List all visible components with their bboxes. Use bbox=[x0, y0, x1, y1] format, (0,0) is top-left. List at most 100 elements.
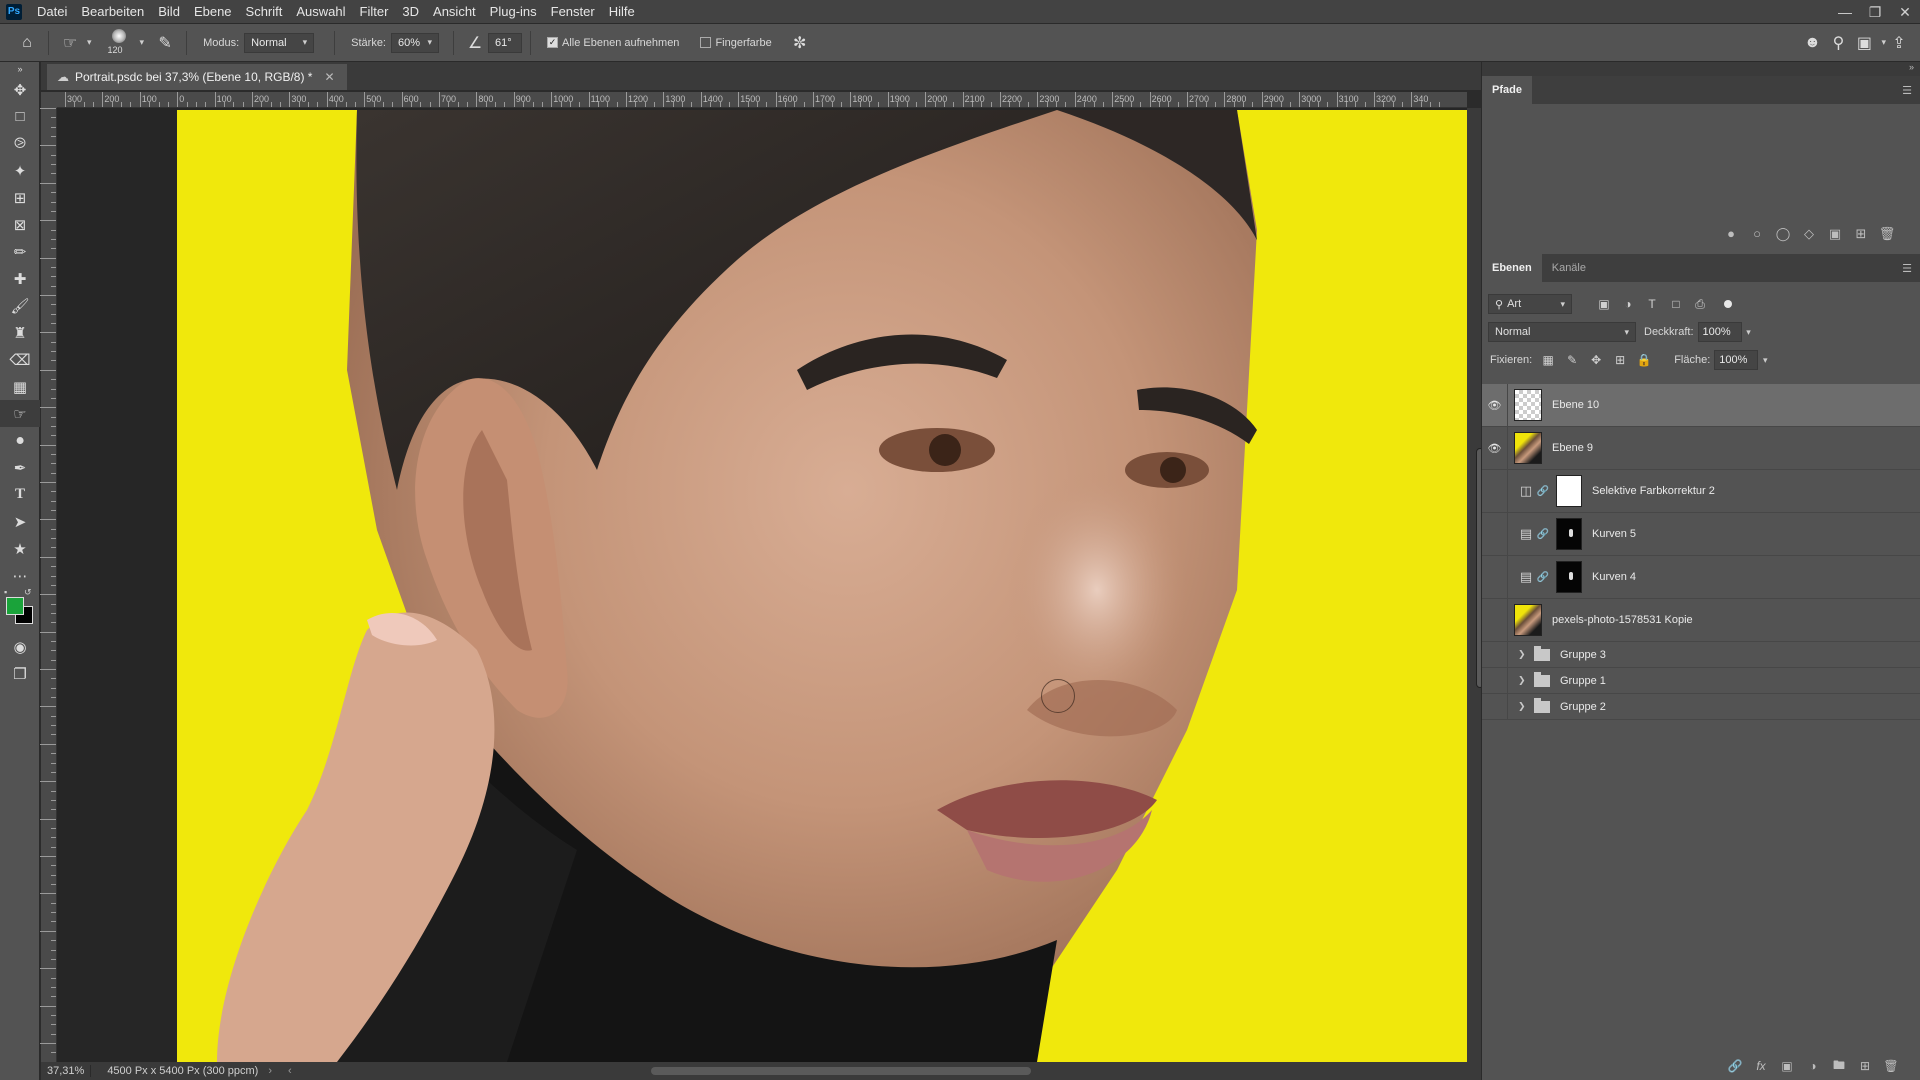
pressure-icon[interactable]: ✼ bbox=[787, 30, 813, 56]
vertical-scrollbar[interactable] bbox=[1467, 108, 1484, 1062]
collapse-arrows-icon[interactable]: » bbox=[0, 62, 40, 76]
export-icon[interactable]: ⇪ bbox=[1886, 30, 1912, 56]
eyedropper-tool-icon[interactable]: ✏ bbox=[0, 238, 40, 265]
visibility-eye-icon[interactable]: 👁 bbox=[1482, 427, 1508, 469]
lock-all-icon[interactable]: 🔒 bbox=[1632, 353, 1656, 367]
delete-layer-icon[interactable]: 🗑 bbox=[1878, 1059, 1904, 1073]
more-tools-icon[interactable]: ⋯ bbox=[0, 562, 40, 589]
menu-ansicht[interactable]: Ansicht bbox=[426, 0, 483, 24]
lock-position-icon[interactable]: ✥ bbox=[1584, 353, 1608, 367]
close-tab-icon[interactable]: ✕ bbox=[324, 70, 334, 84]
menu-3d[interactable]: 3D bbox=[395, 0, 426, 24]
layer-mask-thumbnail[interactable] bbox=[1556, 475, 1582, 507]
filter-shape-icon[interactable]: □ bbox=[1664, 297, 1688, 311]
brush-preset-picker[interactable]: 120 bbox=[102, 27, 136, 59]
horizontal-ruler[interactable]: 300 200 100 0 100 200 300 400 500 600 700 800 900 100… bbox=[57, 92, 1467, 108]
filter-pixel-icon[interactable]: ▣ bbox=[1592, 297, 1616, 311]
close-icon[interactable]: ✕ bbox=[1890, 0, 1920, 24]
menu-auswahl[interactable]: Auswahl bbox=[289, 0, 352, 24]
layer-row-selective-color[interactable]: ◫ 🔗 Selektive Farbkorrektur 2 bbox=[1482, 470, 1920, 513]
new-path-icon[interactable]: ⊞ bbox=[1848, 226, 1874, 242]
layer-row-gruppe-3[interactable]: ❯ Gruppe 3 bbox=[1482, 642, 1920, 668]
add-mask-icon[interactable]: ▣ bbox=[1774, 1059, 1800, 1073]
crop-tool-icon[interactable]: ⊞ bbox=[0, 184, 40, 211]
path-selection-tool-icon[interactable]: ➤ bbox=[0, 508, 40, 535]
menu-ebene[interactable]: Ebene bbox=[187, 0, 239, 24]
menu-schrift[interactable]: Schrift bbox=[239, 0, 290, 24]
chevron-down-icon[interactable]: ▾ bbox=[1742, 322, 1756, 342]
frame-tool-icon[interactable]: ⊠ bbox=[0, 211, 40, 238]
visibility-toggle[interactable] bbox=[1482, 599, 1508, 641]
layer-row-gruppe-2[interactable]: ❯ Gruppe 2 bbox=[1482, 694, 1920, 720]
workspace-icon[interactable]: ▣ bbox=[1851, 30, 1877, 56]
share-user-icon[interactable]: ☻ bbox=[1799, 30, 1825, 56]
tab-layers[interactable]: Ebenen bbox=[1482, 254, 1542, 282]
dodge-tool-icon[interactable]: ⚫ bbox=[0, 427, 40, 454]
foreground-color-swatch[interactable] bbox=[6, 597, 24, 615]
move-tool-icon[interactable]: ✥ bbox=[0, 76, 40, 103]
fill-path-icon[interactable]: ● bbox=[1718, 226, 1744, 242]
layer-row-pexels-copy[interactable]: pexels-photo-1578531 Kopie bbox=[1482, 599, 1920, 642]
portrait-artwork[interactable] bbox=[177, 110, 1467, 1062]
finger-paint-checkbox[interactable] bbox=[700, 37, 712, 48]
restore-icon[interactable]: ❐ bbox=[1860, 0, 1890, 24]
swap-colors-icon[interactable]: ↺ bbox=[24, 587, 32, 598]
vertical-ruler[interactable] bbox=[40, 108, 57, 1063]
smudge-tool-preset-icon[interactable]: ☞ bbox=[57, 30, 83, 56]
layer-row-kurven-4[interactable]: ▤ 🔗 Kurven 4 bbox=[1482, 556, 1920, 599]
chevron-down-icon[interactable]: ▾ bbox=[87, 37, 92, 48]
layer-row-kurven-5[interactable]: ▤ 🔗 Kurven 5 bbox=[1482, 513, 1920, 556]
mode-select[interactable]: Normal ▾ bbox=[244, 32, 315, 53]
ruler-origin[interactable] bbox=[41, 92, 57, 108]
custom-shape-tool-icon[interactable]: ★ bbox=[0, 535, 40, 562]
panel-menu-icon[interactable]: ☰ bbox=[1902, 262, 1912, 275]
menu-plugins[interactable]: Plug-ins bbox=[483, 0, 544, 24]
default-colors-icon[interactable]: ▪ bbox=[4, 587, 7, 597]
blend-mode-select[interactable]: Normal ▾ bbox=[1488, 322, 1636, 342]
layer-mask-thumbnail[interactable] bbox=[1556, 561, 1582, 593]
filter-adjustment-icon[interactable]: ◑ bbox=[1616, 297, 1640, 311]
quick-mask-icon[interactable]: ◉ bbox=[0, 633, 40, 660]
brush-tool-icon[interactable]: 🖌 bbox=[0, 292, 40, 319]
visibility-toggle[interactable] bbox=[1482, 513, 1508, 555]
visibility-toggle[interactable] bbox=[1482, 470, 1508, 512]
opacity-input[interactable]: 100% bbox=[1697, 322, 1742, 342]
menu-datei[interactable]: Datei bbox=[30, 0, 74, 24]
healing-brush-tool-icon[interactable]: ✚ bbox=[0, 265, 40, 292]
menu-fenster[interactable]: Fenster bbox=[544, 0, 602, 24]
visibility-eye-icon[interactable]: 👁 bbox=[1482, 384, 1508, 426]
filter-toggle-icon[interactable] bbox=[1724, 300, 1732, 308]
type-tool-icon[interactable]: T bbox=[0, 481, 40, 508]
visibility-toggle[interactable] bbox=[1482, 668, 1508, 693]
menu-bild[interactable]: Bild bbox=[151, 0, 187, 24]
fill-input[interactable]: 100% bbox=[1714, 350, 1759, 370]
sample-all-layers-checkbox[interactable]: ✓ bbox=[547, 37, 558, 48]
new-group-icon[interactable]: 🖿 bbox=[1826, 1056, 1852, 1077]
mask-link-icon[interactable]: 🔗 bbox=[1536, 572, 1550, 583]
smudge-tool-icon[interactable]: ☞ bbox=[0, 400, 40, 427]
delete-path-icon[interactable]: 🗑 bbox=[1874, 226, 1900, 242]
zoom-level[interactable]: 37,31% bbox=[41, 1065, 92, 1077]
lock-transparency-icon[interactable]: ▦ bbox=[1536, 353, 1560, 367]
chevron-right-icon[interactable]: ❯ bbox=[1518, 649, 1530, 660]
layer-style-icon[interactable]: fx bbox=[1748, 1059, 1774, 1073]
strength-input[interactable]: 60% ▾ bbox=[391, 32, 439, 53]
lasso-tool-icon[interactable]: ⧁ bbox=[0, 130, 40, 157]
new-layer-icon[interactable]: ⊞ bbox=[1852, 1059, 1878, 1073]
mask-link-icon[interactable]: 🔗 bbox=[1536, 529, 1550, 540]
marquee-tool-icon[interactable]: □ bbox=[0, 103, 40, 130]
make-work-path-icon[interactable]: ◇ bbox=[1796, 226, 1822, 242]
visibility-toggle[interactable] bbox=[1482, 642, 1508, 667]
minimize-icon[interactable]: — bbox=[1830, 0, 1860, 24]
add-mask-icon[interactable]: ▣ bbox=[1822, 226, 1848, 242]
angle-input[interactable]: 61° bbox=[488, 32, 522, 53]
gradient-tool-icon[interactable]: ▦ bbox=[0, 373, 40, 400]
layer-row-ebene-9[interactable]: 👁 Ebene 9 bbox=[1482, 427, 1920, 470]
layer-row-ebene-10[interactable]: 👁 Ebene 10 bbox=[1482, 384, 1920, 427]
new-adjustment-layer-icon[interactable]: ◑ bbox=[1800, 1059, 1826, 1073]
tab-channels[interactable]: Kanäle bbox=[1542, 254, 1596, 282]
layer-mask-thumbnail[interactable] bbox=[1556, 518, 1582, 550]
chevron-down-icon[interactable]: ▾ bbox=[1758, 350, 1772, 370]
collapse-panels-icon[interactable]: » bbox=[1482, 62, 1920, 76]
chevron-left-icon[interactable]: ‹ bbox=[288, 1065, 292, 1077]
